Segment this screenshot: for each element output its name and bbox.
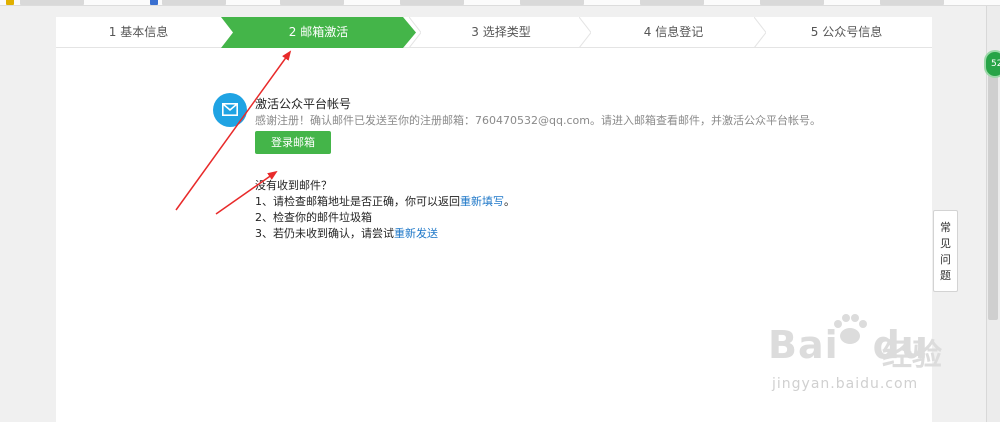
favorite-item[interactable] <box>520 0 584 5</box>
refill-link[interactable]: 重新填写 <box>460 195 504 208</box>
favorite-item[interactable] <box>760 0 824 5</box>
watermark-url: jingyan.baidu.com <box>772 376 919 392</box>
favorite-item[interactable] <box>280 0 344 5</box>
browser-favorites-bar <box>0 0 1000 6</box>
watermark-logo-cn: 经验 <box>882 338 942 373</box>
favorite-item[interactable] <box>400 0 464 5</box>
step-basic-info: 1 基本信息 <box>108 25 169 39</box>
favorite-item[interactable] <box>880 0 944 5</box>
faq-char: 题 <box>940 269 951 282</box>
favorite-item[interactable] <box>162 0 226 5</box>
step-email-activation: 2 邮箱激活 <box>288 25 349 39</box>
faq-side-tab[interactable]: 常 见 问 题 <box>933 210 958 292</box>
star-icon[interactable] <box>6 0 14 5</box>
step-account-info: 5 公众号信息 <box>810 25 883 39</box>
favorite-item[interactable] <box>20 0 84 5</box>
help-item-1-text: 1、请检查邮箱地址是否正确，你可以返回 <box>255 195 460 208</box>
activation-title: 激活公众平台帐号 <box>255 97 352 111</box>
step-select-type: 3 选择类型 <box>471 25 531 39</box>
watermark-logo-text: Bai <box>768 323 839 367</box>
favorite-item[interactable] <box>640 0 704 5</box>
faq-char: 常 <box>940 221 951 234</box>
help-item-2: 2、检查你的邮件垃圾箱 <box>255 211 372 224</box>
faq-char: 见 <box>940 237 951 250</box>
help-item-1: 1、请检查邮箱地址是否正确，你可以返回重新填写。 <box>255 193 515 209</box>
help-item-3: 3、若仍未收到确认，请尝试重新发送 <box>255 225 438 241</box>
baidu-jingyan-watermark: Bai du 经验 jingyan.baidu.com <box>758 314 958 404</box>
login-mailbox-button[interactable]: 登录邮箱 <box>255 131 331 154</box>
step-info-registration: 4 信息登记 <box>643 25 704 39</box>
no-email-question: 没有收到邮件？ <box>255 179 332 192</box>
envelope-icon <box>213 93 247 127</box>
help-item-3-text: 3、若仍未收到确认，请尝试 <box>255 227 394 240</box>
favorite-icon[interactable] <box>150 0 158 5</box>
step-progress-bar: 1 基本信息 2 邮箱激活 3 选择类型 4 信息登记 5 公众号信息 <box>56 17 932 48</box>
resend-link[interactable]: 重新发送 <box>394 227 438 240</box>
faq-char: 问 <box>940 253 951 266</box>
scrollbar-thumb[interactable] <box>988 70 998 320</box>
help-item-1-suffix: 。 <box>504 195 515 208</box>
floating-badge[interactable]: 52 <box>984 50 1000 78</box>
activation-description: 感谢注册！确认邮件已发送至你的注册邮箱：760470532@qq.com。请进入… <box>255 114 821 127</box>
